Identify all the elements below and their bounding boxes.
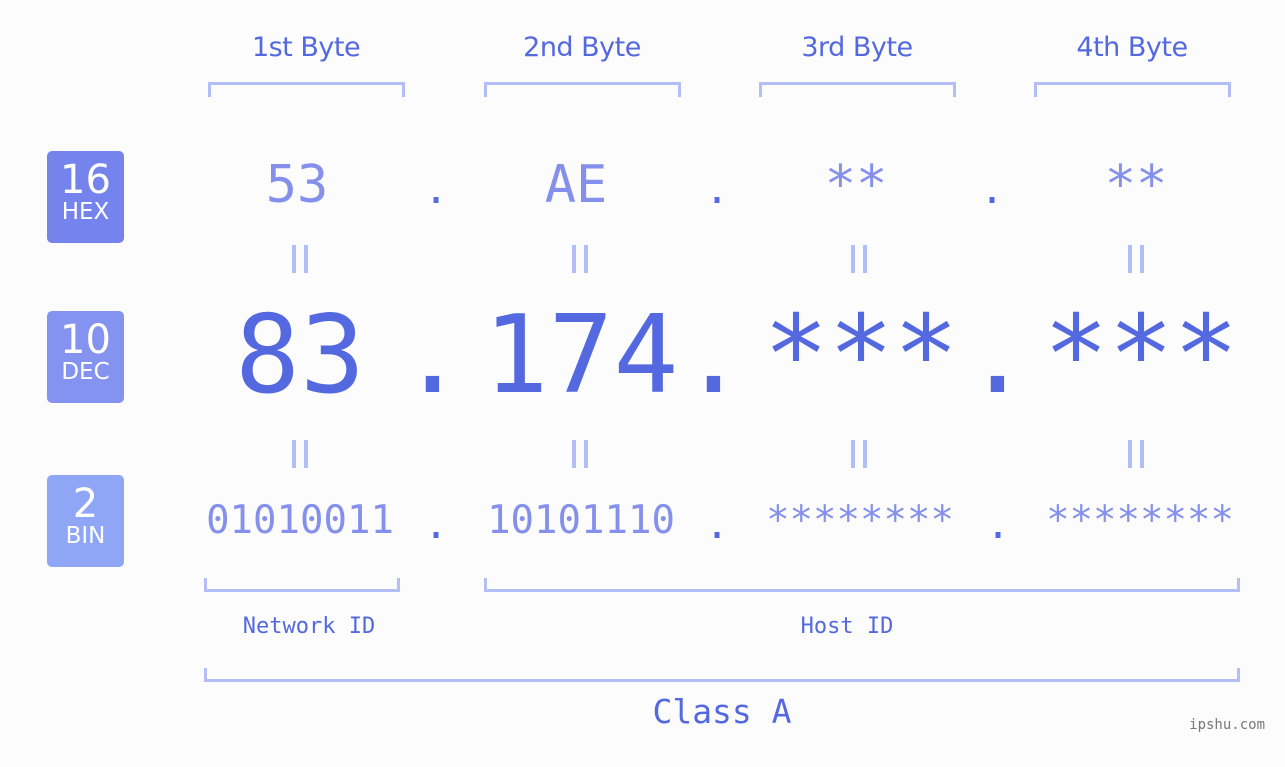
equals-icon <box>1128 440 1144 468</box>
host-id-bracket <box>484 578 1240 592</box>
bin-octet-1: 01010011 <box>206 498 394 543</box>
equals-hex-dec-2 <box>550 238 610 287</box>
dec-octet-1: 83 <box>234 293 366 418</box>
byte-header-1: 1st Byte <box>251 32 361 63</box>
network-id-label: Network ID <box>242 614 376 639</box>
equals-icon <box>572 245 588 273</box>
byte-bracket-4 <box>1034 82 1231 97</box>
network-id-bracket <box>204 578 400 592</box>
byte-bracket-2 <box>484 82 681 97</box>
byte-header-4: 4th Byte <box>1076 32 1188 63</box>
bin-separator-2: . <box>705 502 730 548</box>
hex-octet-1: 53 <box>265 155 329 215</box>
bin-separator-1: . <box>424 502 449 548</box>
dec-octet-4: *** <box>1043 293 1239 418</box>
equals-dec-bin-1 <box>270 433 330 482</box>
hex-base-number: 16 <box>60 157 111 203</box>
equals-icon <box>851 245 867 273</box>
hex-separator-3: . <box>980 167 1005 213</box>
equals-dec-bin-3 <box>829 433 889 482</box>
hex-octet-2: AE <box>544 155 608 215</box>
byte-header-2: 2nd Byte <box>523 32 641 63</box>
dec-base-label: DEC <box>61 359 110 385</box>
hex-separator-1: . <box>424 167 449 213</box>
equals-dec-bin-2 <box>550 433 610 482</box>
hex-badge: 16 HEX <box>47 151 124 243</box>
hex-base-label: HEX <box>61 199 110 225</box>
bin-base-label: BIN <box>65 523 106 549</box>
equals-icon <box>292 440 308 468</box>
host-id-label: Host ID <box>800 614 894 639</box>
equals-hex-dec-1 <box>270 238 330 287</box>
dec-base-number: 10 <box>60 317 111 363</box>
equals-icon <box>851 440 867 468</box>
class-bracket <box>204 668 1240 682</box>
bin-octet-4: ******** <box>1046 498 1234 543</box>
bin-octet-2: 10101110 <box>487 498 675 543</box>
bin-octet-3: ******** <box>766 498 954 543</box>
dec-badge: 10 DEC <box>47 311 124 403</box>
byte-bracket-1 <box>208 82 405 97</box>
hex-separator-2: . <box>705 167 730 213</box>
hex-octet-3: ** <box>824 155 888 215</box>
byte-bracket-3 <box>759 82 956 97</box>
bin-base-number: 2 <box>72 481 99 527</box>
equals-icon <box>292 245 308 273</box>
bin-separator-3: . <box>986 502 1011 548</box>
dec-octet-2: 174 <box>483 293 679 418</box>
dec-octet-3: *** <box>763 293 959 418</box>
class-label: Class A <box>652 692 792 731</box>
equals-icon <box>1128 245 1144 273</box>
watermark: ipshu.com <box>1189 717 1265 733</box>
equals-hex-dec-4 <box>1106 238 1166 287</box>
equals-dec-bin-4 <box>1106 433 1166 482</box>
bin-badge: 2 BIN <box>47 475 124 567</box>
hex-octet-4: ** <box>1104 155 1168 215</box>
equals-icon <box>572 440 588 468</box>
byte-header-3: 3rd Byte <box>801 32 913 63</box>
equals-hex-dec-3 <box>829 238 889 287</box>
